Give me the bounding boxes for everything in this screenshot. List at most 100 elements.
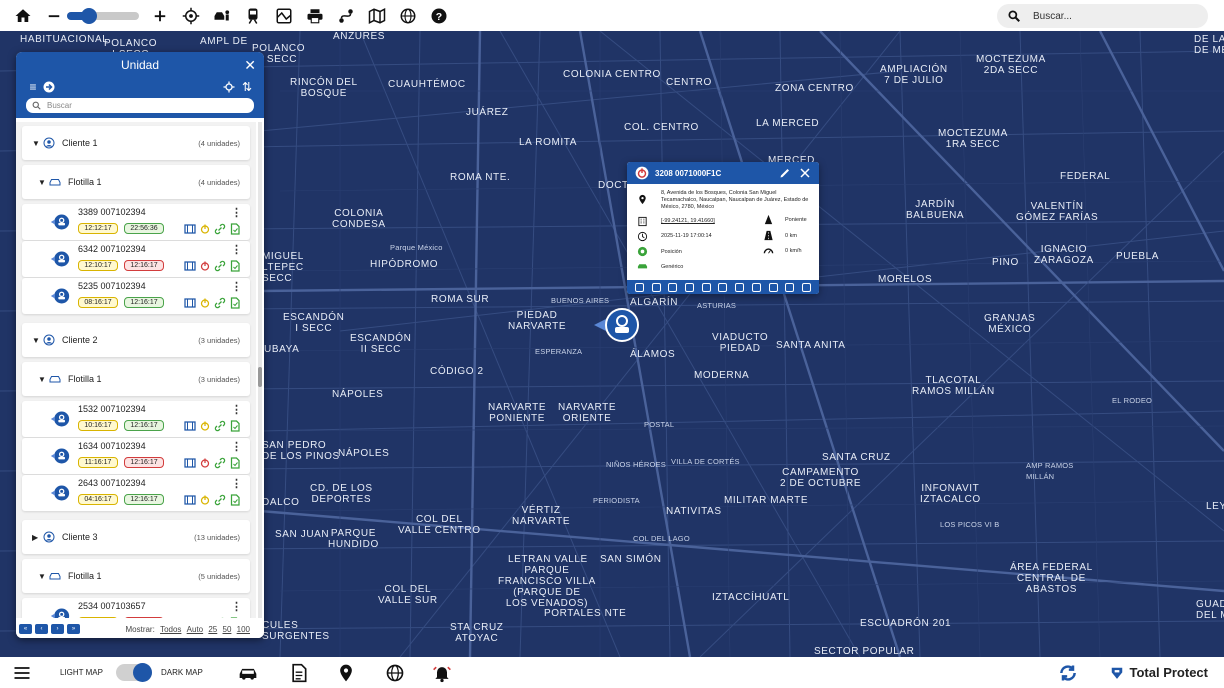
more-options-icon[interactable]: ⋮ (231, 600, 242, 613)
expand-caret-icon[interactable]: ▼ (32, 139, 42, 148)
location-pin-icon[interactable] (336, 663, 356, 683)
fleet-row[interactable]: ▼ Flotilla 1 (5 unidades) (22, 559, 250, 593)
document-icon[interactable] (289, 663, 309, 683)
car-icon[interactable] (238, 663, 258, 683)
popup-action-4-icon[interactable] (685, 282, 695, 292)
popup-action-11-icon[interactable] (802, 282, 812, 292)
expand-caret-icon[interactable]: ▼ (38, 178, 48, 187)
popup-action-10-icon[interactable] (785, 282, 795, 292)
video-icon[interactable] (184, 223, 196, 235)
video-icon[interactable] (184, 420, 196, 432)
report-icon[interactable] (229, 494, 241, 506)
more-options-icon[interactable]: ⋮ (231, 280, 242, 293)
popup-action-9-icon[interactable] (768, 282, 778, 292)
dark-map-label[interactable]: DARK MAP (161, 668, 203, 677)
popup-action-6-icon[interactable] (718, 282, 728, 292)
ignition-icon[interactable] (199, 494, 211, 506)
link-icon[interactable] (214, 223, 226, 235)
link-icon[interactable] (214, 297, 226, 309)
popup-action-3-icon[interactable] (668, 282, 678, 292)
next-page-button[interactable]: › (51, 624, 64, 634)
show-option-50[interactable]: 50 (223, 625, 232, 634)
zoom-slider[interactable] (67, 7, 139, 24)
unit-list[interactable]: ▼ Cliente 1 (4 unidades) ▼ Flotilla 1 (4 unid… (16, 122, 256, 618)
map-layers-icon[interactable] (273, 5, 295, 27)
zoom-slider-handle[interactable] (80, 7, 97, 24)
ignition-icon[interactable] (199, 617, 211, 618)
fleet-row[interactable]: ▼ Flotilla 1 (4 unidades) (22, 165, 250, 199)
report-icon[interactable] (229, 617, 241, 618)
selected-vehicle-marker[interactable] (592, 305, 640, 345)
link-icon[interactable] (214, 420, 226, 432)
expand-caret-icon[interactable]: ▼ (38, 572, 48, 581)
more-options-icon[interactable]: ⋮ (231, 403, 242, 416)
refresh-icon[interactable] (1058, 663, 1078, 683)
help-icon[interactable]: ? (428, 5, 450, 27)
popup-action-2-icon[interactable] (651, 282, 661, 292)
ignition-icon[interactable] (199, 223, 211, 235)
unit-row[interactable]: 1634 007102394 ⋮ 11:16:17 12:16:17 (22, 438, 250, 474)
locate-icon[interactable] (222, 80, 236, 94)
client-row[interactable]: ▼ Cliente 1 (4 unidades) (22, 126, 250, 160)
close-icon[interactable]: ✕ (244, 57, 256, 74)
fleet-row[interactable]: ▼ Flotilla 1 (3 unidades) (22, 362, 250, 396)
unit-row[interactable]: 5235 007102394 ⋮ 08:16:17 12:16:17 (22, 278, 250, 314)
route-icon[interactable] (335, 5, 357, 27)
video-icon[interactable] (184, 457, 196, 469)
ignition-icon[interactable] (199, 457, 211, 469)
unit-row[interactable]: 2643 007102394 ⋮ 04:16:17 12:16:17 (22, 475, 250, 511)
show-option-25[interactable]: 25 (208, 625, 217, 634)
link-icon[interactable] (214, 617, 226, 618)
video-icon[interactable] (184, 617, 196, 618)
ignition-icon[interactable] (199, 420, 211, 432)
expand-caret-icon[interactable]: ▼ (32, 336, 42, 345)
unit-row[interactable]: 3389 007102394 ⋮ 12:12:17 22:56:36 (22, 204, 250, 240)
close-icon[interactable] (799, 167, 811, 179)
train-icon[interactable] (242, 5, 264, 27)
map-theme-toggle[interactable] (116, 663, 152, 682)
client-row[interactable]: ▶ Cliente 3 (13 unidades) (22, 520, 250, 554)
popup-action-8-icon[interactable] (751, 282, 761, 292)
report-icon[interactable] (229, 223, 241, 235)
more-options-icon[interactable]: ⋮ (231, 477, 242, 490)
panel-search-input[interactable]: Buscar (26, 98, 254, 113)
scrollbar[interactable] (258, 122, 262, 618)
expand-caret-icon[interactable]: ▶ (32, 533, 42, 542)
report-icon[interactable] (229, 297, 241, 309)
globe-icon[interactable] (397, 5, 419, 27)
report-icon[interactable] (229, 457, 241, 469)
crosshair-icon[interactable] (180, 5, 202, 27)
unit-row[interactable]: 2534 007103657 ⋮ 11:16:17 12:16:17 (22, 598, 250, 618)
ignition-icon[interactable] (199, 260, 211, 272)
menu-icon[interactable] (12, 663, 32, 683)
collapse-list-icon[interactable]: ≡ (26, 80, 40, 94)
more-options-icon[interactable]: ⋮ (231, 440, 242, 453)
expand-caret-icon[interactable]: ▼ (38, 375, 48, 384)
light-map-label[interactable]: LIGHT MAP (60, 668, 103, 677)
arrow-right-icon[interactable] (42, 80, 56, 94)
prev-page-button[interactable]: ‹ (35, 624, 48, 634)
alarm-bell-icon[interactable] (432, 663, 452, 683)
popup-coords[interactable]: [-99.24121, 19.41660] (661, 218, 715, 225)
more-options-icon[interactable]: ⋮ (231, 206, 242, 219)
unit-row[interactable]: 1532 007102394 ⋮ 10:16:17 12:16:17 (22, 401, 250, 437)
map-icon[interactable] (366, 5, 388, 27)
scrollbar-thumb[interactable] (258, 367, 262, 387)
zoom-in-icon[interactable] (149, 5, 171, 27)
vehicle-person-icon[interactable] (211, 5, 233, 27)
link-icon[interactable] (214, 260, 226, 272)
map-search-input[interactable]: Buscar... (997, 4, 1208, 28)
report-icon[interactable] (229, 420, 241, 432)
video-icon[interactable] (184, 297, 196, 309)
unit-row[interactable]: 6342 007102394 ⋮ 12:10:17 12:16:17 (22, 241, 250, 277)
link-icon[interactable] (214, 494, 226, 506)
print-icon[interactable] (304, 5, 326, 27)
popup-action-1-icon[interactable] (634, 282, 644, 292)
link-icon[interactable] (214, 457, 226, 469)
show-option-100[interactable]: 100 (237, 625, 250, 634)
video-icon[interactable] (184, 260, 196, 272)
show-option-auto[interactable]: Auto (187, 625, 203, 634)
sort-icon[interactable]: ⇅ (240, 80, 254, 94)
report-icon[interactable] (229, 260, 241, 272)
popup-action-5-icon[interactable] (701, 282, 711, 292)
